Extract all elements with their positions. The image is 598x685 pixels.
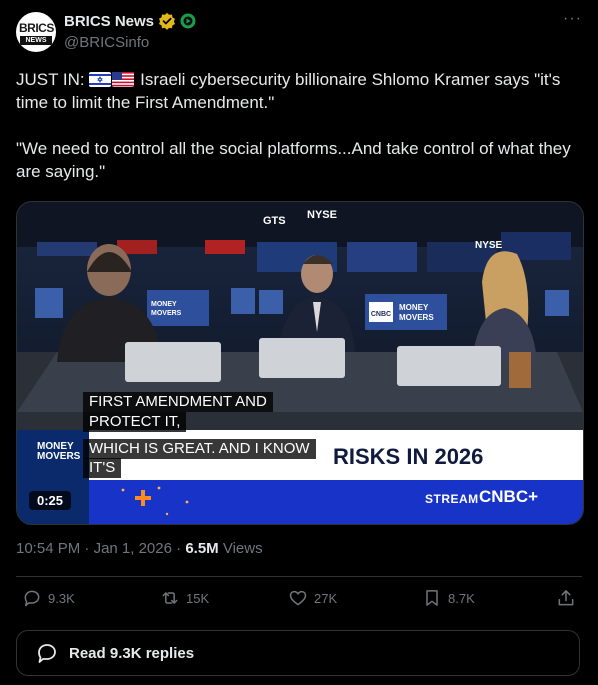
screen-movers-label: MOVERS <box>151 310 182 317</box>
heart-icon <box>289 590 307 606</box>
reply-count: 9.3K <box>48 590 75 606</box>
like-button[interactable]: 27K <box>288 588 337 608</box>
views-count: 6.5M <box>185 540 219 557</box>
reply-bubble-icon <box>38 644 56 663</box>
tweet-header: BRICS NEWS BRICS News @BRICSinfo ··· <box>16 10 582 54</box>
caption-line-2: PROTECT IT, <box>83 412 187 432</box>
bookmark-count: 8.7K <box>448 590 475 606</box>
show-label: MONEY MOVERS <box>37 442 80 462</box>
screen-nyse-text: NYSE <box>307 209 337 221</box>
read-replies-button[interactable]: Read 9.3K replies <box>16 630 580 676</box>
reply-button[interactable]: 9.3K <box>22 588 75 608</box>
israel-flag-icon <box>89 72 112 87</box>
caption-line-3: WHICH IS GREAT. AND I KNOW <box>83 439 316 459</box>
share-button[interactable] <box>556 588 576 608</box>
verified-badge-icon <box>159 12 176 30</box>
read-replies-label: Read 9.3K replies <box>69 644 195 662</box>
divider <box>16 576 582 577</box>
us-flag-icon <box>112 72 135 87</box>
views-label: Views <box>222 540 263 557</box>
screen-gts-text: GTS <box>263 215 286 227</box>
tweet-time[interactable]: 10:54 PM <box>16 540 80 557</box>
stream-label: STREAM <box>425 492 479 506</box>
lead-text: JUST IN: <box>16 70 85 89</box>
repost-icon <box>162 592 178 604</box>
affiliate-badge-icon[interactable] <box>180 13 196 29</box>
meta-separator-2: · <box>176 540 182 557</box>
video-player[interactable]: CNBC MONEY MOVERS MONEY MOVERS NYSE GTS … <box>16 201 584 525</box>
name-row: BRICS News <box>64 12 196 30</box>
tweet-date[interactable]: Jan 1, 2026 <box>94 540 172 557</box>
bookmark-button[interactable]: 8.7K <box>422 588 475 608</box>
show-label-line-2: MOVERS <box>37 451 81 462</box>
meta-separator: · <box>84 540 90 557</box>
tweet-paragraph-1: JUST IN: Israeli cybersecurity billionai… <box>16 68 582 114</box>
avatar[interactable]: BRICS NEWS <box>16 12 56 52</box>
screen-money-label: MONEY <box>151 301 177 308</box>
screen-nyse-text-2: NYSE <box>475 240 503 251</box>
screen-movers-label-2: MOVERS <box>399 313 434 322</box>
display-name[interactable]: BRICS News <box>64 13 154 30</box>
like-count: 27K <box>314 590 338 606</box>
share-icon <box>558 590 574 606</box>
caption-line-1: FIRST AMENDMENT AND <box>83 392 273 412</box>
repost-button[interactable]: 15K <box>160 588 209 608</box>
reply-icon <box>24 590 40 607</box>
caption-line-4: IT'S <box>83 458 122 478</box>
screen-cnbc-logo: CNBC <box>371 311 391 318</box>
more-options-icon[interactable]: ··· <box>563 10 582 28</box>
handle[interactable]: @BRICSinfo <box>64 34 149 51</box>
video-duration: 0:25 <box>29 491 72 510</box>
tweet-paragraph-2: "We need to control all the social platf… <box>16 139 571 181</box>
avatar-logo-subtext: NEWS <box>20 36 52 45</box>
tweet-text: JUST IN: Israeli cybersecurity billionai… <box>16 68 582 183</box>
lower-third-title: RISKS IN 2026 <box>333 444 484 469</box>
bookmark-icon <box>426 590 438 606</box>
stream-brand: CNBC+ <box>479 487 539 506</box>
repost-count: 15K <box>186 590 210 606</box>
action-bar: 9.3K 15K 27K 8.7K <box>16 588 582 612</box>
tweet-meta: 10:54 PM · Jan 1, 2026 · 6.5M Views <box>16 540 263 557</box>
screen-money-label-2: MONEY <box>399 303 429 312</box>
avatar-logo-text: BRICS <box>19 21 54 35</box>
